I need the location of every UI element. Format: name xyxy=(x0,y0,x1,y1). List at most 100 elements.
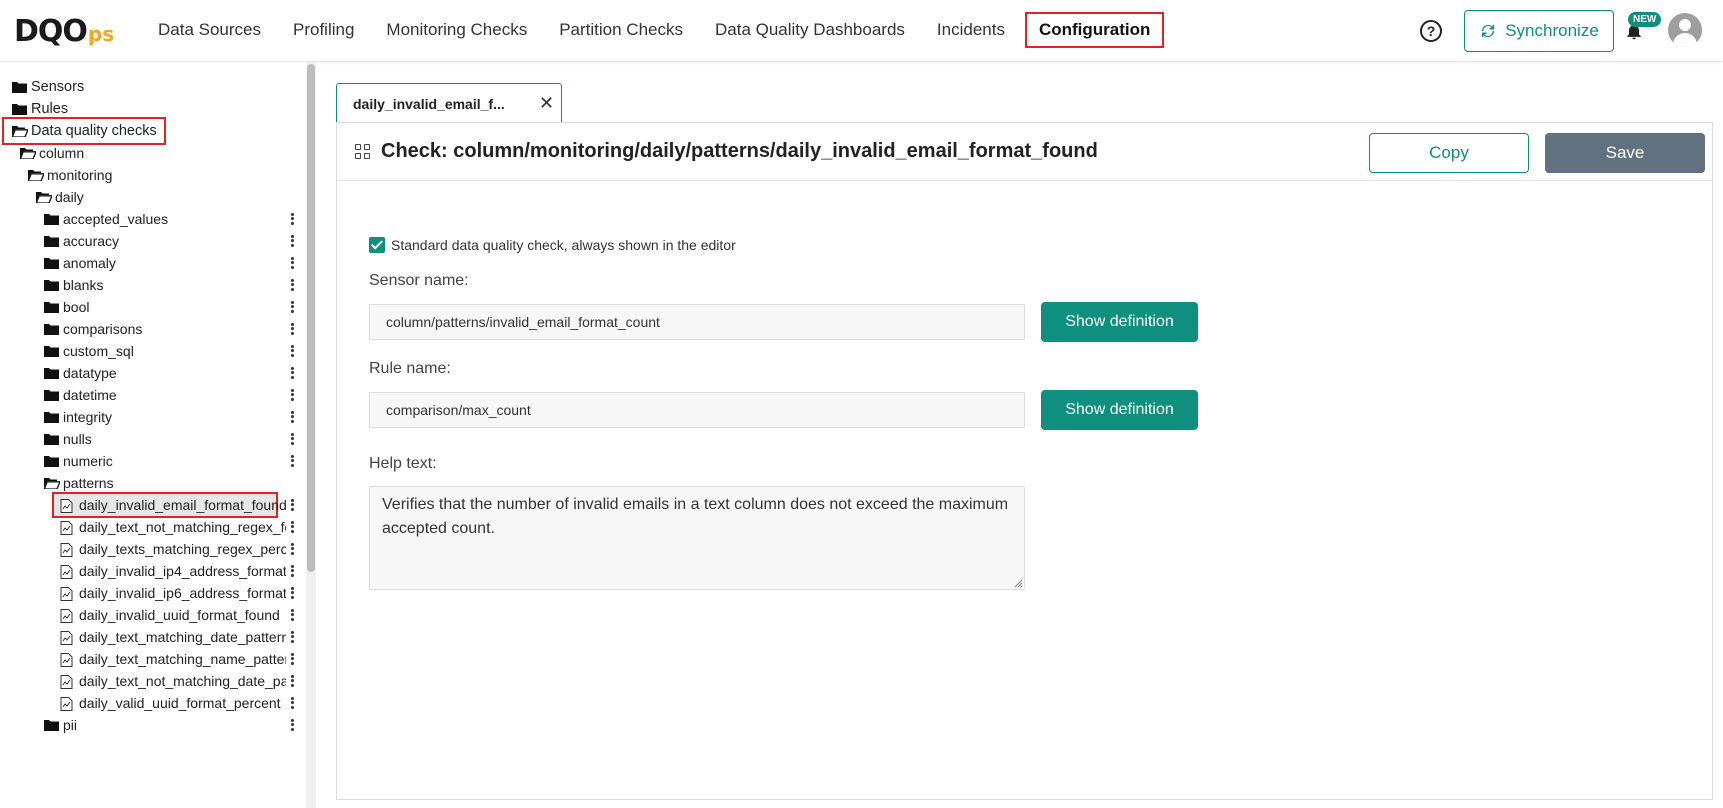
more-vertical-icon[interactable] xyxy=(288,541,296,557)
more-vertical-icon[interactable] xyxy=(288,343,296,359)
sidebar-tree: Sensors Rules Data quality checks column mon… xyxy=(0,62,306,808)
tree-item-label: accuracy xyxy=(63,233,120,249)
more-vertical-icon[interactable] xyxy=(288,629,296,645)
logo-text-suffix: ps xyxy=(87,22,115,46)
tree-folder-accepted_values[interactable]: accepted_values xyxy=(44,208,168,230)
tree-item-label: daily_text_not_matching_regex_fou xyxy=(79,519,286,535)
more-vertical-icon[interactable] xyxy=(288,585,296,601)
tree-folder-daily[interactable]: daily xyxy=(36,186,84,208)
tree-item-label: daily_text_not_matching_date_patt xyxy=(79,673,286,689)
question-circle-icon[interactable]: ? xyxy=(1420,20,1442,42)
avatar-body xyxy=(1673,33,1697,47)
folder-icon xyxy=(44,213,59,225)
tree-folder-column[interactable]: column xyxy=(20,142,84,164)
synchronize-button[interactable]: Synchronize xyxy=(1464,10,1614,52)
tree-check-item[interactable]: daily_valid_uuid_format_percent xyxy=(60,692,286,714)
sidebar-scrollbar[interactable] xyxy=(306,62,316,808)
tree-check-item[interactable]: daily_texts_matching_regex_perce xyxy=(60,538,286,560)
tree-item-label: daily_invalid_ip6_address_format_f xyxy=(79,585,286,601)
more-vertical-icon[interactable] xyxy=(288,563,296,579)
tree-check-item[interactable]: daily_invalid_uuid_format_found xyxy=(60,604,286,626)
nav-data-sources[interactable]: Data Sources xyxy=(142,12,277,48)
standard-check-row: Standard data quality check, always show… xyxy=(369,237,736,253)
more-vertical-icon[interactable] xyxy=(288,277,296,293)
nav-incidents[interactable]: Incidents xyxy=(921,12,1021,48)
resize-grip-icon[interactable] xyxy=(1014,579,1023,588)
more-vertical-icon[interactable] xyxy=(288,409,296,425)
logo-text-main: DQO xyxy=(14,14,88,49)
tree-folder-patterns[interactable]: patterns xyxy=(44,472,114,494)
tree-item-label: column xyxy=(39,145,85,161)
nav-data-quality-dashboards[interactable]: Data Quality Dashboards xyxy=(699,12,921,48)
more-vertical-icon[interactable] xyxy=(288,651,296,667)
tree-check-item[interactable]: daily_text_matching_date_pattern_ xyxy=(60,626,286,648)
more-vertical-icon[interactable] xyxy=(288,299,296,315)
sensor-show-definition-button[interactable]: Show definition xyxy=(1041,302,1198,342)
more-vertical-icon[interactable] xyxy=(288,673,296,689)
sync-icon xyxy=(1482,24,1495,38)
chart-file-icon xyxy=(60,631,75,645)
tree-folder-datetime[interactable]: datetime xyxy=(44,384,117,406)
tree-folder-numeric[interactable]: numeric xyxy=(44,450,113,472)
tab-check[interactable]: daily_invalid_email_f... ✕ xyxy=(336,83,562,123)
avatar-head xyxy=(1679,19,1691,31)
folder-icon xyxy=(36,191,52,203)
more-vertical-icon[interactable] xyxy=(288,321,296,337)
tree-folder-integrity[interactable]: integrity xyxy=(44,406,112,428)
more-vertical-icon[interactable] xyxy=(288,607,296,623)
nav-profiling[interactable]: Profiling xyxy=(277,12,370,48)
folder-icon xyxy=(44,235,59,247)
more-vertical-icon[interactable] xyxy=(288,695,296,711)
save-button[interactable]: Save xyxy=(1545,133,1705,173)
more-vertical-icon[interactable] xyxy=(288,717,296,733)
tree-folder-custom_sql[interactable]: custom_sql xyxy=(44,340,134,362)
tree-check-item[interactable]: daily_invalid_email_format_found xyxy=(52,492,287,518)
tree-folder-monitoring[interactable]: monitoring xyxy=(28,164,112,186)
help-text-area[interactable]: Verifies that the number of invalid emai… xyxy=(369,486,1025,590)
dqops-logo[interactable]: DQO ps xyxy=(14,14,115,49)
tree-folder-pii[interactable]: pii xyxy=(44,714,77,736)
sensor-name-input[interactable] xyxy=(369,304,1025,340)
tree-check-item[interactable]: daily_invalid_ip4_address_format_f xyxy=(60,560,286,582)
rule-name-input[interactable] xyxy=(369,392,1025,428)
tree-check-item[interactable]: daily_text_not_matching_regex_fou xyxy=(60,516,286,538)
chart-file-icon xyxy=(60,565,75,579)
more-vertical-icon[interactable] xyxy=(288,365,296,381)
tree-folder-datatype[interactable]: datatype xyxy=(44,362,117,384)
more-vertical-icon[interactable] xyxy=(288,387,296,403)
nav-configuration[interactable]: Configuration xyxy=(1024,12,1165,48)
more-vertical-icon[interactable] xyxy=(288,233,296,249)
more-vertical-icon[interactable] xyxy=(288,453,296,469)
folder-icon xyxy=(44,719,59,731)
more-vertical-icon[interactable] xyxy=(288,497,296,513)
nav-partition-checks[interactable]: Partition Checks xyxy=(543,12,699,48)
tree-folder-comparisons[interactable]: comparisons xyxy=(44,318,142,340)
tree-check-item[interactable]: daily_text_matching_name_pattern_ xyxy=(60,648,286,670)
tree-folder-nulls[interactable]: nulls xyxy=(44,428,92,450)
tree-folder-bool[interactable]: bool xyxy=(44,296,89,318)
top-bar: DQO ps Data Sources Profiling Monitoring… xyxy=(0,0,1723,62)
scrollbar-thumb[interactable] xyxy=(307,64,315,572)
tree-item-data-quality-checks[interactable]: Data quality checks xyxy=(2,117,166,145)
more-vertical-icon[interactable] xyxy=(288,211,296,227)
tree-folder-anomaly[interactable]: anomaly xyxy=(44,252,116,274)
close-icon[interactable]: ✕ xyxy=(539,93,554,114)
rule-show-definition-button[interactable]: Show definition xyxy=(1041,390,1198,430)
tree-item-label: daily_texts_matching_regex_perce xyxy=(79,541,286,557)
folder-icon xyxy=(12,103,27,115)
tree-item-label: daily_valid_uuid_format_percent xyxy=(79,695,281,711)
standard-checkbox[interactable] xyxy=(369,237,385,253)
tree-item-sensors[interactable]: Sensors xyxy=(12,76,84,98)
tree-folder-blanks[interactable]: blanks xyxy=(44,274,103,296)
tree-check-item[interactable]: daily_text_not_matching_date_patt xyxy=(60,670,286,692)
tree-check-item[interactable]: daily_invalid_ip6_address_format_f xyxy=(60,582,286,604)
nav-monitoring-checks[interactable]: Monitoring Checks xyxy=(370,12,543,48)
more-vertical-icon[interactable] xyxy=(288,255,296,271)
tree-folder-accuracy[interactable]: accuracy xyxy=(44,230,119,252)
copy-button[interactable]: Copy xyxy=(1369,133,1529,173)
tree-item-label: comparisons xyxy=(63,321,143,337)
more-vertical-icon[interactable] xyxy=(288,431,296,447)
more-vertical-icon[interactable] xyxy=(288,519,296,535)
chart-file-icon xyxy=(60,653,75,667)
avatar[interactable] xyxy=(1668,13,1702,47)
